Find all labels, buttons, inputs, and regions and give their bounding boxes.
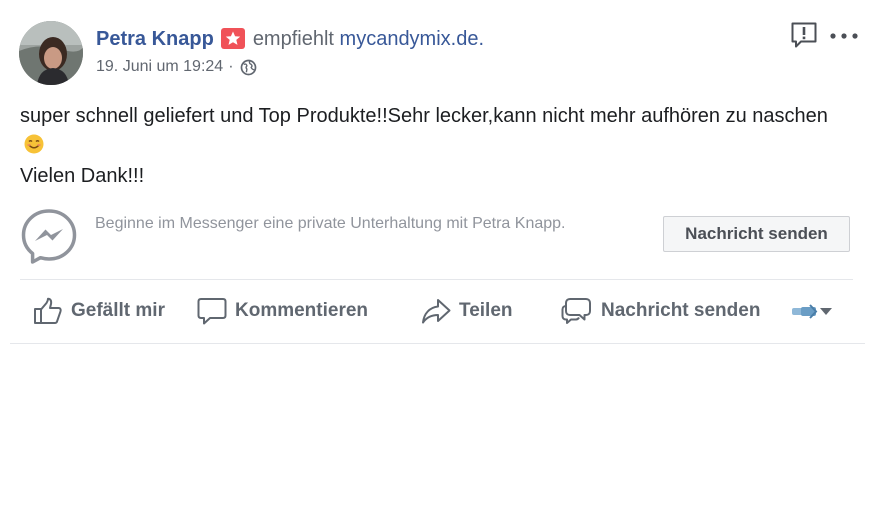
meta-separator: ·	[228, 58, 234, 75]
messenger-prompt-text: Beginne im Messenger eine private Unterh…	[95, 215, 566, 232]
post-text-line-1: super schnell geliefert und Top Produkte…	[20, 101, 850, 161]
message-button[interactable]: Nachricht senden	[561, 292, 760, 330]
page-link[interactable]: mycandymix.de.	[340, 27, 485, 51]
comment-icon	[197, 298, 227, 325]
action-bar: Gefällt mir Kommentieren Teilen Nachrich…	[0, 292, 873, 330]
share-arrow-icon	[422, 299, 451, 324]
thumbs-up-icon	[34, 297, 62, 324]
post-message: super schnell geliefert und Top Produkte…	[20, 101, 850, 191]
share-audience-selector[interactable]	[791, 301, 833, 321]
avatar-photo	[19, 21, 83, 85]
author-name[interactable]: Petra Knapp	[96, 27, 214, 51]
divider	[20, 279, 853, 280]
globe-icon[interactable]	[240, 59, 257, 76]
post-card: Petra Knapp empfiehlt mycandymix.de. 19.…	[0, 0, 873, 506]
title-line: Petra Knapp empfiehlt mycandymix.de.	[96, 27, 484, 51]
recommend-star-icon	[220, 27, 245, 49]
post-meta: 19. Juni um 19:24 ·	[96, 58, 484, 76]
comment-label: Kommentieren	[235, 300, 369, 321]
message-bubbles-icon	[561, 298, 591, 324]
share-label: Teilen	[459, 300, 513, 321]
recommends-text: empfiehlt	[252, 28, 334, 50]
share-button[interactable]: Teilen	[421, 292, 513, 330]
comment-button[interactable]: Kommentieren	[197, 292, 368, 330]
caret-down-icon	[820, 308, 832, 315]
message-label: Nachricht senden	[601, 300, 761, 321]
post-header: Petra Knapp empfiehlt mycandymix.de. 19.…	[96, 27, 484, 76]
divider	[10, 343, 865, 344]
post-timestamp[interactable]: 19. Juni um 19:24	[96, 58, 223, 76]
like-button[interactable]: Gefällt mir	[33, 292, 165, 330]
more-dots-icon[interactable]	[830, 33, 858, 39]
smiling-face-emoji	[24, 134, 44, 154]
messenger-icon	[21, 209, 77, 264]
send-message-button[interactable]: Nachricht senden	[663, 216, 850, 252]
messenger-prompt: Beginne im Messenger eine private Unterh…	[20, 205, 853, 273]
avatar[interactable]	[19, 21, 83, 85]
like-label: Gefällt mir	[71, 300, 165, 321]
report-icon[interactable]	[790, 21, 818, 49]
post-text-line-2: Vielen Dank!!!	[20, 165, 145, 187]
post-audience-icon	[792, 304, 818, 319]
